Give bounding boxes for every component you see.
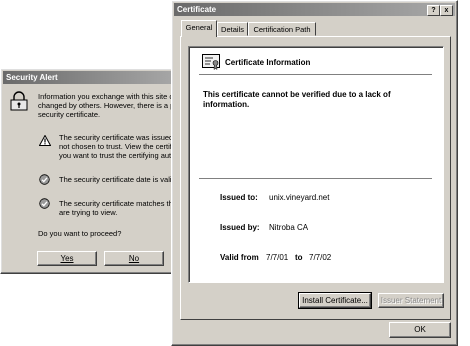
unverified-warning-line-1: This certificate cannot be verified due … [203, 90, 391, 99]
lock-icon [10, 91, 28, 111]
no-button[interactable]: No [104, 251, 164, 266]
check-ok-icon [39, 174, 50, 185]
warning1-line-1: The security certificate was issued [59, 133, 174, 142]
proceed-question: Do you want to proceed? [38, 229, 122, 238]
issued-by-value: Nitroba CA [269, 223, 309, 232]
certificate-titlebar[interactable]: Certificate ? x [174, 3, 455, 16]
issued-to-value: unix.vineyard.net [269, 193, 330, 202]
valid-to-label: to [295, 253, 303, 262]
issued-to-label: Issued to: [220, 193, 258, 202]
help-button[interactable]: ? [427, 5, 440, 16]
install-certificate-button[interactable]: Install Certificate... [298, 292, 372, 309]
valid-to-value: 7/7/02 [309, 253, 332, 262]
close-button[interactable]: x [440, 5, 453, 16]
no-button-label: No [128, 254, 140, 263]
info-line-1: Information you exchange with this site … [38, 92, 174, 101]
valid-from-value: 7/7/01 [266, 253, 289, 262]
tab-details[interactable]: Details [217, 22, 248, 36]
ok-button[interactable]: OK [389, 322, 451, 338]
issuer-statement-button[interactable]: Issuer Statement [378, 293, 444, 308]
security-alert-title: Security Alert [6, 73, 58, 82]
ok3-line-2: are trying to view. [59, 208, 118, 217]
ok2-line-1: The security certificate date is valid [59, 175, 176, 184]
certificate-info-heading: Certificate Information [225, 58, 311, 67]
yes-button-label: Yes [60, 254, 74, 263]
certificate-title: Certificate [177, 5, 217, 14]
certificate-icon [202, 54, 220, 70]
tab-details-label: Details [221, 25, 244, 34]
yes-button[interactable]: Yes [37, 251, 97, 266]
tab-page-general: Certificate Information This certificate… [180, 36, 451, 320]
close-icon: x [444, 7, 449, 14]
warning-icon [39, 135, 51, 146]
unverified-warning-line-2: information. [203, 100, 250, 109]
security-alert-titlebar[interactable]: Security Alert [3, 71, 181, 84]
heading-divider [199, 74, 432, 76]
security-alert-window: Security Alert Information you exchange … [0, 68, 201, 274]
info-line-2: changed by others. However, there is a p [38, 101, 175, 110]
tab-general[interactable]: General [181, 20, 217, 37]
issued-by-label: Issued by: [220, 223, 260, 232]
warning1-line-2: not chosen to trust. View the certifi [59, 142, 174, 151]
issuer-statement-label: Issuer Statement [380, 296, 442, 305]
tab-certification-path[interactable]: Certification Path [248, 22, 316, 36]
info-line-3: security certificate. [38, 110, 101, 119]
warning1-line-3: you want to trust the certifying auth [59, 151, 176, 160]
certificate-info-panel: Certificate Information This certificate… [188, 46, 444, 283]
tab-certification-path-label: Certification Path [253, 25, 311, 34]
details-divider [199, 178, 432, 180]
ok-button-label: OK [414, 325, 426, 334]
help-icon: ? [431, 7, 436, 14]
check-ok-icon [39, 198, 50, 209]
valid-from-label: Valid from [220, 253, 259, 262]
tab-general-label: General [185, 23, 213, 32]
certificate-window: Certificate ? x General Details Certific… [171, 0, 458, 346]
ok3-line-1: The security certificate matches the [59, 199, 177, 208]
install-certificate-label: Install Certificate... [302, 296, 368, 305]
